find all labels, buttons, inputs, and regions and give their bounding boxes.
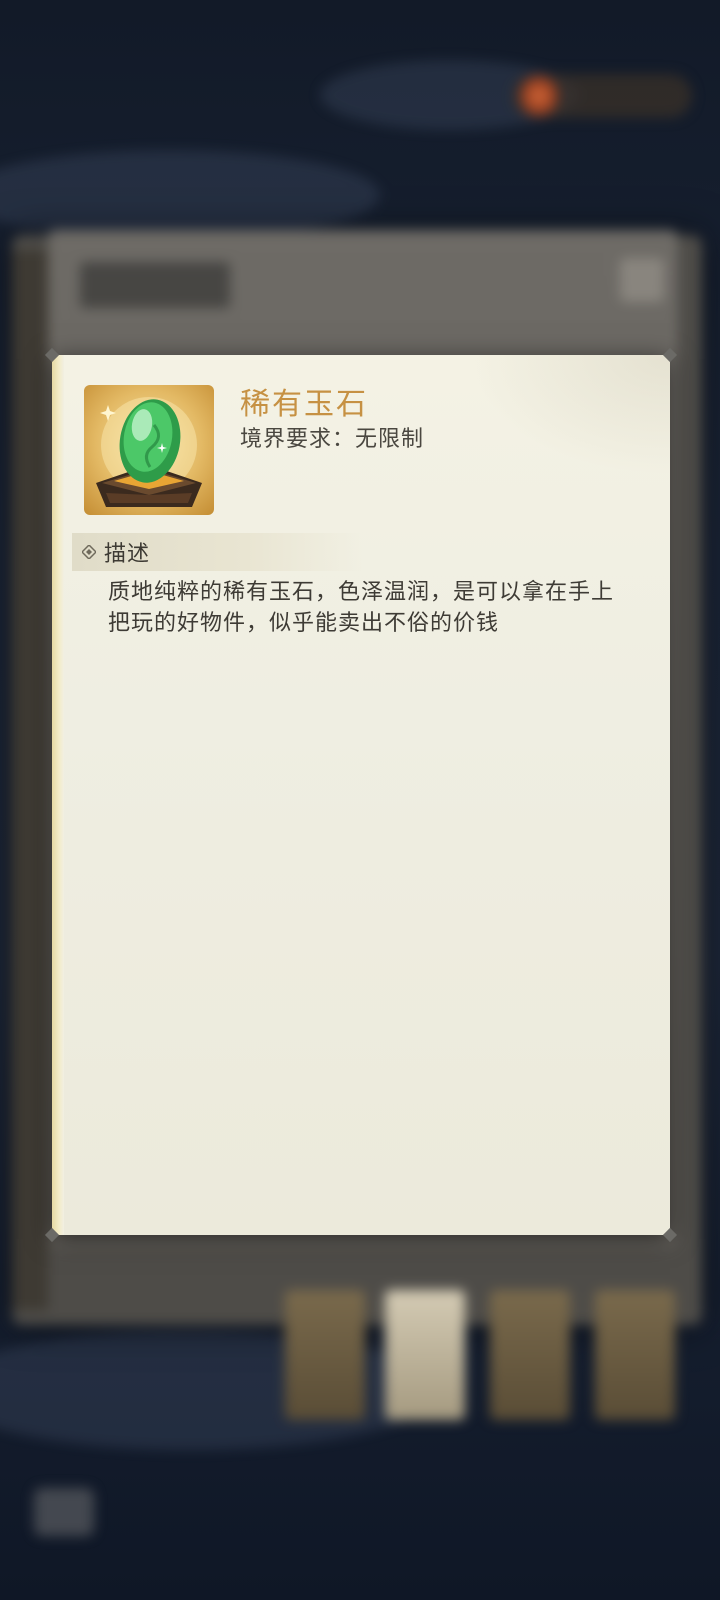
bottom-left-icon [34, 1488, 94, 1536]
background-tab [285, 1290, 365, 1420]
diamond-icon [82, 545, 96, 559]
item-requirement: 境界要求：无限制 [240, 427, 425, 452]
currency-icon [520, 76, 558, 116]
game-screen: 稀有玉石 境界要求：无限制 描述 质地纯粹的稀有玉石，色泽温润，是可以拿在手上把… [0, 0, 720, 1600]
background-tab [595, 1290, 675, 1420]
jade-stone-icon [96, 397, 202, 507]
background-cloud [0, 1330, 440, 1450]
background-tab [385, 1290, 465, 1420]
background-tab [490, 1290, 570, 1420]
book-spine [12, 250, 48, 1310]
background-cloud [0, 150, 380, 240]
item-detail-card: 稀有玉石 境界要求：无限制 描述 质地纯粹的稀有玉石，色泽温润，是可以拿在手上把… [44, 347, 678, 1243]
description-section-header: 描述 [72, 533, 362, 571]
item-description: 质地纯粹的稀有玉石，色泽温润，是可以拿在手上把玩的好物件，似乎能卖出不俗的价钱 [108, 580, 615, 636]
card-watermark [470, 355, 670, 475]
book-corner-icon [620, 258, 664, 302]
description-section-title: 描述 [104, 542, 151, 567]
book-header-background [80, 262, 230, 308]
card-border [52, 355, 64, 1235]
item-name: 稀有玉石 [240, 387, 368, 422]
item-icon-frame [84, 385, 214, 515]
